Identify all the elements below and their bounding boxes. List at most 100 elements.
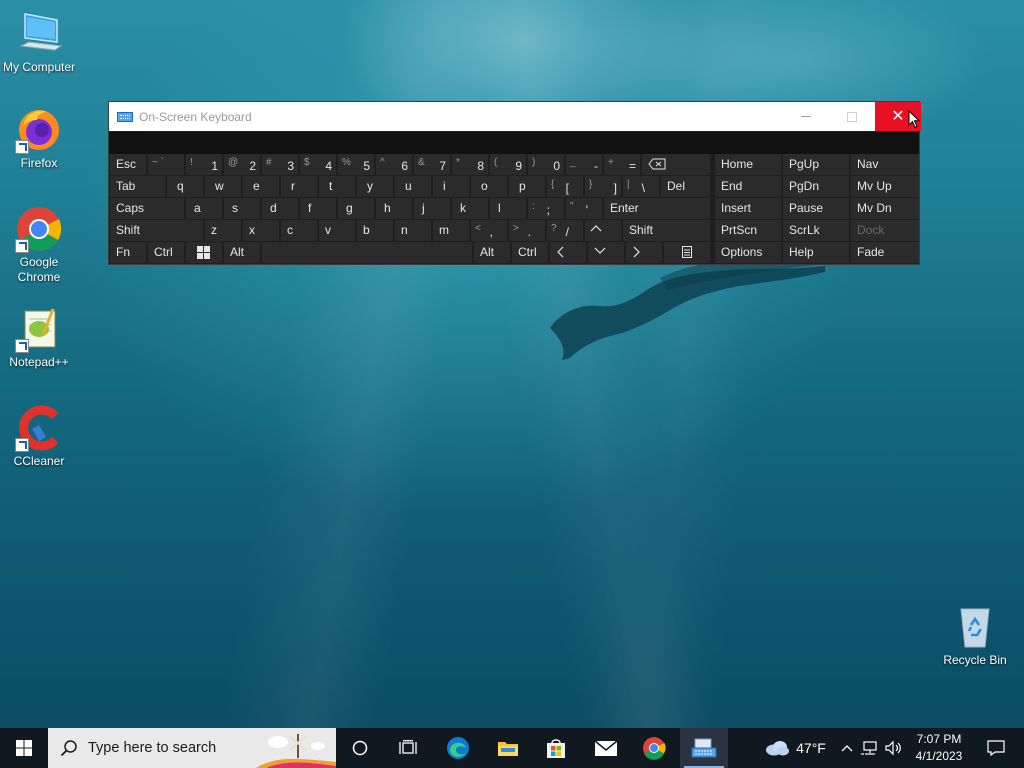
key-mv-dn[interactable]: Mv Dn xyxy=(851,198,919,219)
key-del[interactable]: Del xyxy=(661,176,710,197)
key-backspace[interactable] xyxy=(642,154,710,175)
key-pgdn[interactable]: PgDn xyxy=(783,176,849,197)
key-fn[interactable]: Fn xyxy=(110,242,146,263)
key-y[interactable]: y xyxy=(357,176,393,197)
key-scrlk[interactable]: ScrLk xyxy=(783,220,849,241)
key-home[interactable]: Home xyxy=(715,154,781,175)
key-shift-left[interactable]: Shift xyxy=(110,220,203,241)
notification-center-button[interactable] xyxy=(976,728,1016,768)
key-5[interactable]: % 5 xyxy=(338,154,374,175)
key-u[interactable]: u xyxy=(395,176,431,197)
key-s[interactable]: s xyxy=(224,198,260,219)
window-titlebar[interactable]: On-Screen Keyboard ✕ xyxy=(109,102,921,131)
desktop-icon-firefox[interactable]: Firefox xyxy=(0,106,78,171)
key-o[interactable]: o xyxy=(471,176,507,197)
key-arrow-down[interactable] xyxy=(588,242,624,263)
key-quote[interactable]: " ' xyxy=(566,198,602,219)
key-g[interactable]: g xyxy=(338,198,374,219)
taskbar-clock[interactable]: 7:07 PM 4/1/2023 xyxy=(908,731,970,765)
network-tray-icon[interactable] xyxy=(858,728,882,768)
key-a[interactable]: a xyxy=(186,198,222,219)
task-view-button[interactable] xyxy=(384,728,432,768)
key-b[interactable]: b xyxy=(357,220,393,241)
show-hidden-icons-button[interactable] xyxy=(838,728,856,768)
key-space[interactable] xyxy=(262,242,472,263)
taskbar-file-explorer[interactable] xyxy=(484,728,532,768)
key-equals[interactable]: + = xyxy=(604,154,640,175)
key-tab[interactable]: Tab xyxy=(110,176,165,197)
key-prtscn[interactable]: PrtScn xyxy=(715,220,781,241)
key-m[interactable]: m xyxy=(433,220,469,241)
key-i[interactable]: i xyxy=(433,176,469,197)
key-l[interactable]: l xyxy=(490,198,526,219)
key-menu[interactable] xyxy=(664,242,710,263)
key-t[interactable]: t xyxy=(319,176,355,197)
key-tilde[interactable]: ~ ` xyxy=(148,154,184,175)
key-help[interactable]: Help xyxy=(783,242,849,263)
key-semicolon[interactable]: :; xyxy=(528,198,564,219)
key-caps[interactable]: Caps xyxy=(110,198,184,219)
key-minus[interactable]: _ - xyxy=(566,154,602,175)
key-z[interactable]: z xyxy=(205,220,241,241)
key-options[interactable]: Options xyxy=(715,242,781,263)
desktop-icon-ccleaner[interactable]: CCleaner xyxy=(0,404,78,469)
key-h[interactable]: h xyxy=(376,198,412,219)
weather-widget[interactable]: 47°F xyxy=(760,728,830,768)
key-2[interactable]: @2 xyxy=(224,154,260,175)
key-3[interactable]: #3 xyxy=(262,154,298,175)
taskbar-chrome[interactable] xyxy=(630,728,678,768)
key-ctrl-right[interactable]: Ctrl xyxy=(512,242,548,263)
volume-tray-icon[interactable] xyxy=(882,728,906,768)
key-slash[interactable]: ? / xyxy=(547,220,583,241)
key-7[interactable]: & 7 xyxy=(414,154,450,175)
key-4[interactable]: $4 xyxy=(300,154,336,175)
key-shift-right[interactable]: Shift xyxy=(623,220,710,241)
key-w[interactable]: w xyxy=(205,176,241,197)
start-button[interactable] xyxy=(0,728,48,768)
key-n[interactable]: n xyxy=(395,220,431,241)
key-1[interactable]: ! 1 xyxy=(186,154,222,175)
desktop-icon-chrome[interactable]: Google Chrome xyxy=(0,205,78,285)
key-j[interactable]: j xyxy=(414,198,450,219)
key-v[interactable]: v xyxy=(319,220,355,241)
key-alt-right[interactable]: Alt xyxy=(474,242,510,263)
taskbar-mail[interactable] xyxy=(582,728,630,768)
key-period[interactable]: >. xyxy=(509,220,545,241)
key-x[interactable]: x xyxy=(243,220,279,241)
key-ctrl-left[interactable]: Ctrl xyxy=(148,242,184,263)
key-pause[interactable]: Pause xyxy=(783,198,849,219)
key-arrow-up[interactable] xyxy=(585,220,621,241)
key-e[interactable]: e xyxy=(243,176,279,197)
key-alt-left[interactable]: Alt xyxy=(224,242,260,263)
desktop-icon-notepadpp[interactable]: Notepad++ xyxy=(0,305,78,370)
key-6[interactable]: ^ 6 xyxy=(376,154,412,175)
key-nav[interactable]: Nav xyxy=(851,154,919,175)
key-backslash[interactable]: | \ xyxy=(623,176,659,197)
taskbar-search-box[interactable]: Type here to search xyxy=(48,728,336,768)
key-f[interactable]: f xyxy=(300,198,336,219)
key-dock[interactable]: Dock xyxy=(851,220,919,241)
key-fade[interactable]: Fade xyxy=(851,242,919,263)
key-8[interactable]: * 8 xyxy=(452,154,488,175)
key-q[interactable]: q xyxy=(167,176,203,197)
minimize-button[interactable] xyxy=(783,102,829,131)
taskbar-edge[interactable] xyxy=(434,728,482,768)
key-esc[interactable]: Esc xyxy=(110,154,146,175)
desktop-icon-my-computer[interactable]: My Computer xyxy=(0,10,78,75)
key-9[interactable]: (9 xyxy=(490,154,526,175)
key-left-bracket[interactable]: {[ xyxy=(547,176,583,197)
key-pgup[interactable]: PgUp xyxy=(783,154,849,175)
desktop-icon-recycle-bin[interactable]: Recycle Bin xyxy=(936,603,1014,668)
key-insert[interactable]: Insert xyxy=(715,198,781,219)
key-c[interactable]: c xyxy=(281,220,317,241)
key-mv-up[interactable]: Mv Up xyxy=(851,176,919,197)
key-d[interactable]: d xyxy=(262,198,298,219)
key-0[interactable]: ) 0 xyxy=(528,154,564,175)
taskbar-store[interactable] xyxy=(532,728,580,768)
key-comma[interactable]: <, xyxy=(471,220,507,241)
key-windows[interactable] xyxy=(186,242,222,263)
key-enter[interactable]: Enter xyxy=(604,198,710,219)
key-r[interactable]: r xyxy=(281,176,317,197)
key-p[interactable]: p xyxy=(509,176,545,197)
key-arrow-left[interactable] xyxy=(550,242,586,263)
